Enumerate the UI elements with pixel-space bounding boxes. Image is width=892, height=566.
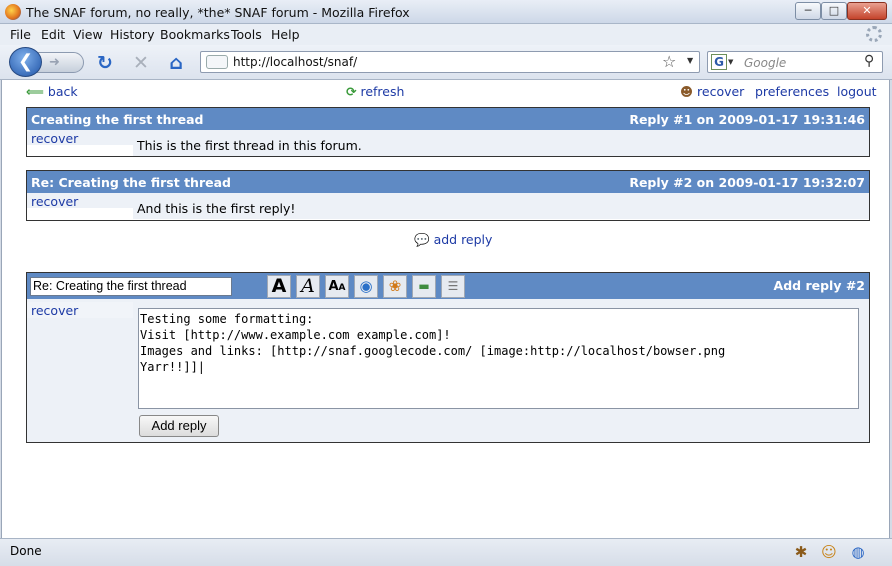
close-button[interactable]: ✕ xyxy=(847,2,887,20)
refresh-link[interactable]: ⟳ refresh xyxy=(346,84,404,99)
post-body: recover And this is the first reply! xyxy=(27,193,869,219)
menu-view[interactable]: View xyxy=(73,27,103,42)
maximize-button[interactable]: □ xyxy=(821,2,847,20)
menu-file[interactable]: File xyxy=(10,27,31,42)
window-title: The SNAF forum, no really, *the* SNAF fo… xyxy=(26,5,410,20)
engine-dropdown-icon[interactable]: ▼ xyxy=(728,58,733,66)
back-button[interactable]: ❮ xyxy=(9,47,42,77)
post-recover-link[interactable]: recover xyxy=(31,131,78,146)
post-body: recover This is the first thread in this… xyxy=(27,130,869,156)
bold-icon[interactable]: A xyxy=(267,275,291,298)
recover-link[interactable]: ☻ recover xyxy=(680,84,744,99)
image-icon[interactable]: ▬ xyxy=(412,275,436,298)
status-text: Done xyxy=(10,544,42,558)
speech-bubble-icon: 💬 xyxy=(414,232,430,247)
minimize-button[interactable]: ─ xyxy=(795,2,821,20)
throbber-icon xyxy=(866,26,882,42)
status-bar: Done ✱ ☺ ◍ xyxy=(0,538,892,566)
url-bar[interactable]: http://localhost/snaf/ ☆ ▼ xyxy=(200,51,700,73)
addon-face-icon[interactable]: ☺ xyxy=(819,542,839,562)
google-engine-icon[interactable]: G xyxy=(711,54,727,70)
post-title: Re: Creating the first thread xyxy=(31,175,231,190)
title-bar: The SNAF forum, no really, *the* SNAF fo… xyxy=(0,0,892,24)
stop-icon[interactable]: ✕ xyxy=(130,52,152,74)
bookmark-star-icon[interactable]: ☆ xyxy=(662,52,676,71)
editor-header: Re: Creating the first thread A A AA ◉ ❀… xyxy=(27,273,869,299)
add-reply-button[interactable]: Add reply xyxy=(139,415,219,437)
post-content: And this is the first reply! xyxy=(133,193,869,219)
post-title: Creating the first thread xyxy=(31,112,204,127)
page-content: ⟸ back ⟳ refresh ☻ recover preferences l… xyxy=(1,80,890,538)
list-icon[interactable]: ☰ xyxy=(441,275,465,298)
refresh-icon: ⟳ xyxy=(346,84,357,99)
menu-edit[interactable]: Edit xyxy=(41,27,65,42)
reply-textarea[interactable]: Testing some formatting: Visit [http://w… xyxy=(138,308,859,409)
reload-icon[interactable]: ↻ xyxy=(94,52,116,74)
post-header: Creating the first thread Reply #1 on 20… xyxy=(27,108,869,130)
menu-bookmarks[interactable]: Bookmarks xyxy=(160,27,230,42)
editor-recover-link[interactable]: recover xyxy=(31,303,78,318)
post-text: And this is the first reply! xyxy=(137,201,296,216)
post-sidebar: recover xyxy=(27,130,133,146)
post: Re: Creating the first thread Reply #2 o… xyxy=(26,170,870,221)
link-icon[interactable]: ◉ xyxy=(354,275,378,298)
page-icon xyxy=(206,55,228,69)
menu-tools[interactable]: Tools xyxy=(231,27,262,42)
editor-sidebar: recover xyxy=(27,302,133,318)
post-recover-link[interactable]: recover xyxy=(31,194,78,209)
url-dropdown-icon[interactable]: ▼ xyxy=(687,56,693,65)
post: Creating the first thread Reply #1 on 20… xyxy=(26,107,870,157)
reply-editor: Re: Creating the first thread A A AA ◉ ❀… xyxy=(26,272,870,443)
post-header: Re: Creating the first thread Reply #2 o… xyxy=(27,171,869,193)
back-link[interactable]: ⟸ back xyxy=(26,84,78,99)
url-text: http://localhost/snaf/ xyxy=(233,55,358,69)
palette-icon[interactable]: ❀ xyxy=(383,275,407,298)
add-reply-link[interactable]: 💬 add reply xyxy=(414,232,492,248)
post-sidebar: recover xyxy=(27,193,133,209)
italic-icon[interactable]: A xyxy=(296,275,320,298)
menu-history[interactable]: History xyxy=(110,27,154,42)
subject-input[interactable]: Re: Creating the first thread xyxy=(30,277,232,296)
menu-bar: File Edit View History Bookmarks Tools H… xyxy=(0,24,892,45)
search-icon[interactable]: ⚲ xyxy=(864,53,874,69)
preferences-link[interactable]: preferences xyxy=(755,84,829,99)
arrow-left-icon: ⟸ xyxy=(26,84,44,99)
addon-globe-icon[interactable]: ◍ xyxy=(848,542,868,562)
logout-link[interactable]: logout xyxy=(837,84,877,99)
home-icon[interactable]: ⌂ xyxy=(165,52,187,74)
firebug-icon[interactable]: ✱ xyxy=(791,542,811,562)
post-meta: Reply #2 on 2009-01-17 19:32:07 xyxy=(629,175,865,190)
post-meta: Reply #1 on 2009-01-17 19:31:46 xyxy=(629,112,865,127)
post-content: This is the first thread in this forum. xyxy=(133,130,869,156)
user-icon: ☻ xyxy=(680,84,694,99)
forward-button[interactable]: ➜ xyxy=(36,52,84,73)
search-input[interactable]: Google xyxy=(744,56,786,70)
post-text: This is the first thread in this forum. xyxy=(137,138,362,153)
font-size-icon[interactable]: AA xyxy=(325,275,349,298)
search-box[interactable]: G ▼ Google ⚲ xyxy=(707,51,883,73)
firefox-icon xyxy=(5,4,21,20)
menu-help[interactable]: Help xyxy=(271,27,300,42)
editor-title: Add reply #2 xyxy=(773,278,865,293)
